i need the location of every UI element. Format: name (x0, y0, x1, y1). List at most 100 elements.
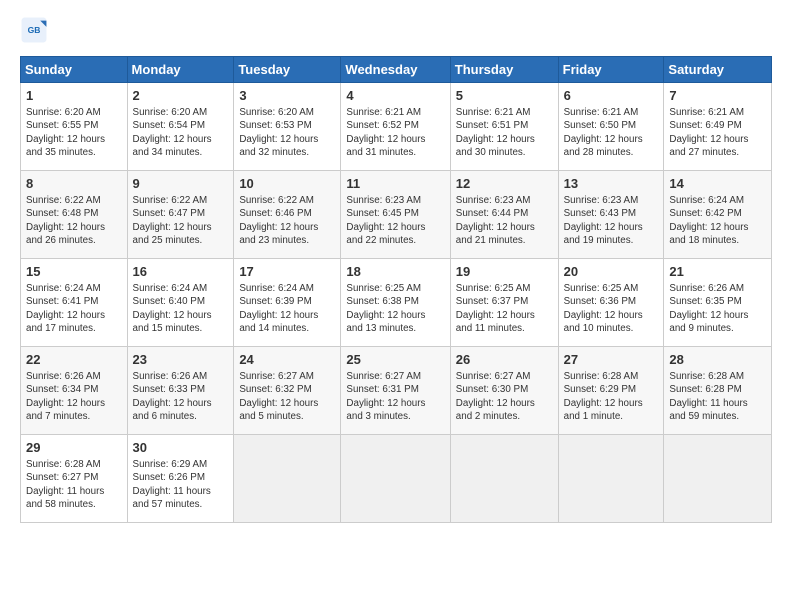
calendar-cell: 22 Sunrise: 6:26 AMSunset: 6:34 PMDayligh… (21, 347, 128, 435)
day-info: Sunrise: 6:28 AMSunset: 6:29 PMDaylight:… (564, 371, 643, 423)
calendar-header-monday: Monday (127, 57, 234, 83)
calendar-cell: 10 Sunrise: 6:22 AMSunset: 6:46 PMDayligh… (234, 171, 341, 259)
calendar-cell: 9 Sunrise: 6:22 AMSunset: 6:47 PMDaylight… (127, 171, 234, 259)
day-number: 20 (564, 263, 659, 281)
day-number: 23 (133, 351, 229, 369)
calendar-cell (558, 435, 664, 523)
day-number: 19 (456, 263, 553, 281)
day-number: 18 (346, 263, 444, 281)
calendar-cell: 13 Sunrise: 6:23 AMSunset: 6:43 PMDayligh… (558, 171, 664, 259)
calendar-cell: 8 Sunrise: 6:22 AMSunset: 6:48 PMDaylight… (21, 171, 128, 259)
header: GB (20, 16, 772, 44)
calendar-week-row: 29Sunrise: 6:28 AMSunset: 6:27 PMDayligh… (21, 435, 772, 523)
calendar-cell: 6Sunrise: 6:21 AMSunset: 6:50 PMDaylight… (558, 83, 664, 171)
day-number: 26 (456, 351, 553, 369)
calendar-cell: 15Sunrise: 6:24 AMSunset: 6:41 PMDayligh… (21, 259, 128, 347)
calendar-cell: 25 Sunrise: 6:27 AMSunset: 6:31 PMDayligh… (341, 347, 450, 435)
calendar-cell: 19 Sunrise: 6:25 AMSunset: 6:37 PMDayligh… (450, 259, 558, 347)
day-info: Sunrise: 6:21 AMSunset: 6:52 PMDaylight:… (346, 107, 425, 159)
calendar-header-wednesday: Wednesday (341, 57, 450, 83)
day-number: 22 (26, 351, 122, 369)
day-info: Sunrise: 6:23 AMSunset: 6:44 PMDaylight:… (456, 195, 535, 247)
day-number: 15 (26, 263, 122, 281)
day-number: 24 (239, 351, 335, 369)
day-info: Sunrise: 6:27 AMSunset: 6:30 PMDaylight:… (456, 371, 535, 423)
day-info: Sunrise: 6:24 AMSunset: 6:39 PMDaylight:… (239, 283, 318, 335)
day-number: 3 (239, 87, 335, 105)
day-info: Sunrise: 6:22 AMSunset: 6:48 PMDaylight:… (26, 195, 105, 247)
day-number: 28 (669, 351, 766, 369)
calendar-week-row: 1 Sunrise: 6:20 AMSunset: 6:55 PMDaylight… (21, 83, 772, 171)
svg-text:GB: GB (28, 25, 41, 35)
day-number: 25 (346, 351, 444, 369)
calendar-cell: 4 Sunrise: 6:21 AMSunset: 6:52 PMDaylight… (341, 83, 450, 171)
day-info: Sunrise: 6:25 AMSunset: 6:36 PMDaylight:… (564, 283, 643, 335)
calendar-cell: 17 Sunrise: 6:24 AMSunset: 6:39 PMDayligh… (234, 259, 341, 347)
calendar-cell (234, 435, 341, 523)
calendar-header-friday: Friday (558, 57, 664, 83)
calendar-table: SundayMondayTuesdayWednesdayThursdayFrid… (20, 56, 772, 523)
day-info: Sunrise: 6:24 AMSunset: 6:40 PMDaylight:… (133, 283, 212, 335)
calendar-cell: 28 Sunrise: 6:28 AMSunset: 6:28 PMDayligh… (664, 347, 772, 435)
day-number: 8 (26, 175, 122, 193)
day-info: Sunrise: 6:28 AMSunset: 6:27 PMDaylight:… (26, 459, 104, 511)
calendar-cell (341, 435, 450, 523)
calendar-cell: 23Sunrise: 6:26 AMSunset: 6:33 PMDayligh… (127, 347, 234, 435)
day-info: Sunrise: 6:21 AMSunset: 6:50 PMDaylight:… (564, 107, 643, 159)
calendar-cell: 5 Sunrise: 6:21 AMSunset: 6:51 PMDaylight… (450, 83, 558, 171)
day-info: Sunrise: 6:22 AMSunset: 6:46 PMDaylight:… (239, 195, 318, 247)
calendar-cell: 3 Sunrise: 6:20 AMSunset: 6:53 PMDaylight… (234, 83, 341, 171)
day-number: 5 (456, 87, 553, 105)
day-info: Sunrise: 6:25 AMSunset: 6:38 PMDaylight:… (346, 283, 425, 335)
calendar-cell: 18 Sunrise: 6:25 AMSunset: 6:38 PMDayligh… (341, 259, 450, 347)
day-number: 21 (669, 263, 766, 281)
day-info: Sunrise: 6:28 AMSunset: 6:28 PMDaylight:… (669, 371, 747, 423)
day-number: 11 (346, 175, 444, 193)
calendar-cell: 12 Sunrise: 6:23 AMSunset: 6:44 PMDayligh… (450, 171, 558, 259)
calendar-header-sunday: Sunday (21, 57, 128, 83)
day-info: Sunrise: 6:20 AMSunset: 6:54 PMDaylight:… (133, 107, 212, 159)
calendar-cell: 11 Sunrise: 6:23 AMSunset: 6:45 PMDayligh… (341, 171, 450, 259)
day-number: 12 (456, 175, 553, 193)
day-info: Sunrise: 6:23 AMSunset: 6:43 PMDaylight:… (564, 195, 643, 247)
day-number: 27 (564, 351, 659, 369)
calendar-cell: 20 Sunrise: 6:25 AMSunset: 6:36 PMDayligh… (558, 259, 664, 347)
calendar-cell: 2 Sunrise: 6:20 AMSunset: 6:54 PMDaylight… (127, 83, 234, 171)
calendar-cell (450, 435, 558, 523)
calendar-cell: 27 Sunrise: 6:28 AMSunset: 6:29 PMDayligh… (558, 347, 664, 435)
day-number: 9 (133, 175, 229, 193)
day-info: Sunrise: 6:29 AMSunset: 6:26 PMDaylight:… (133, 459, 211, 511)
logo: GB (20, 16, 52, 44)
calendar-cell: 26 Sunrise: 6:27 AMSunset: 6:30 PMDayligh… (450, 347, 558, 435)
day-info: Sunrise: 6:27 AMSunset: 6:31 PMDaylight:… (346, 371, 425, 423)
page-container: GB SundayMondayTuesdayWednesdayThursdayF… (0, 0, 792, 533)
calendar-header-row: SundayMondayTuesdayWednesdayThursdayFrid… (21, 57, 772, 83)
day-info: Sunrise: 6:21 AMSunset: 6:51 PMDaylight:… (456, 107, 535, 159)
calendar-week-row: 22 Sunrise: 6:26 AMSunset: 6:34 PMDayligh… (21, 347, 772, 435)
calendar-cell: 16 Sunrise: 6:24 AMSunset: 6:40 PMDayligh… (127, 259, 234, 347)
calendar-cell: 30Sunrise: 6:29 AMSunset: 6:26 PMDayligh… (127, 435, 234, 523)
day-info: Sunrise: 6:20 AMSunset: 6:53 PMDaylight:… (239, 107, 318, 159)
day-info: Sunrise: 6:24 AMSunset: 6:42 PMDaylight:… (669, 195, 748, 247)
day-number: 2 (133, 87, 229, 105)
day-number: 10 (239, 175, 335, 193)
calendar-week-row: 8 Sunrise: 6:22 AMSunset: 6:48 PMDaylight… (21, 171, 772, 259)
day-info: Sunrise: 6:25 AMSunset: 6:37 PMDaylight:… (456, 283, 535, 335)
day-info: Sunrise: 6:23 AMSunset: 6:45 PMDaylight:… (346, 195, 425, 247)
day-info: Sunrise: 6:26 AMSunset: 6:35 PMDaylight:… (669, 283, 748, 335)
day-info: Sunrise: 6:20 AMSunset: 6:55 PMDaylight:… (26, 107, 105, 159)
day-number: 13 (564, 175, 659, 193)
day-number: 17 (239, 263, 335, 281)
calendar-header-saturday: Saturday (664, 57, 772, 83)
day-info: Sunrise: 6:22 AMSunset: 6:47 PMDaylight:… (133, 195, 212, 247)
calendar-cell: 14Sunrise: 6:24 AMSunset: 6:42 PMDayligh… (664, 171, 772, 259)
calendar-cell: 24Sunrise: 6:27 AMSunset: 6:32 PMDayligh… (234, 347, 341, 435)
day-info: Sunrise: 6:26 AMSunset: 6:34 PMDaylight:… (26, 371, 105, 423)
day-number: 1 (26, 87, 122, 105)
day-number: 16 (133, 263, 229, 281)
calendar-cell: 21 Sunrise: 6:26 AMSunset: 6:35 PMDayligh… (664, 259, 772, 347)
day-info: Sunrise: 6:21 AMSunset: 6:49 PMDaylight:… (669, 107, 748, 159)
calendar-cell: 7 Sunrise: 6:21 AMSunset: 6:49 PMDaylight… (664, 83, 772, 171)
day-number: 7 (669, 87, 766, 105)
day-number: 4 (346, 87, 444, 105)
